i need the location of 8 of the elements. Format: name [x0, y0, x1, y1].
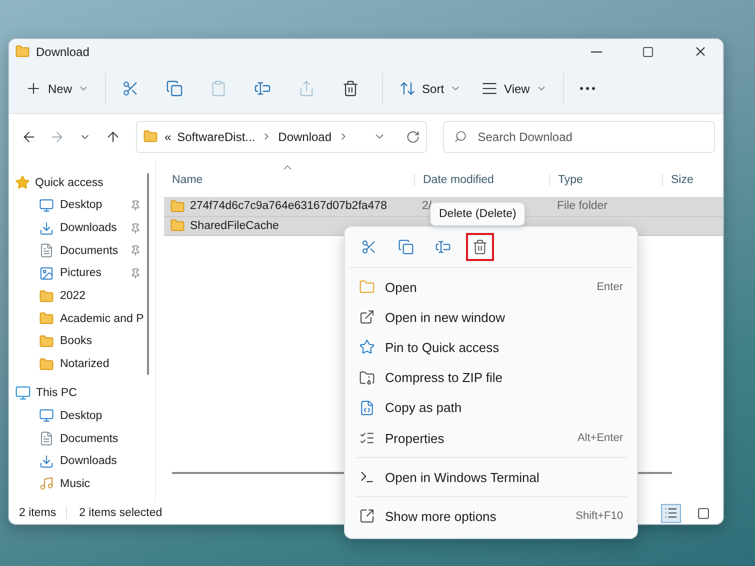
selection-count: 2 items selected — [79, 507, 164, 519]
item-count: 2 items — [19, 507, 68, 519]
file-name: SharedFileCache — [190, 220, 279, 232]
type-cell-text: File folder — [556, 200, 608, 212]
window-title: Download — [36, 44, 90, 58]
tooltip: Delete (Delete) — [430, 202, 526, 226]
file-name: 274f74d6c7c9a764e63167d07b2fa478 — [190, 200, 387, 212]
date-cell-text: 2/ — [421, 200, 433, 212]
